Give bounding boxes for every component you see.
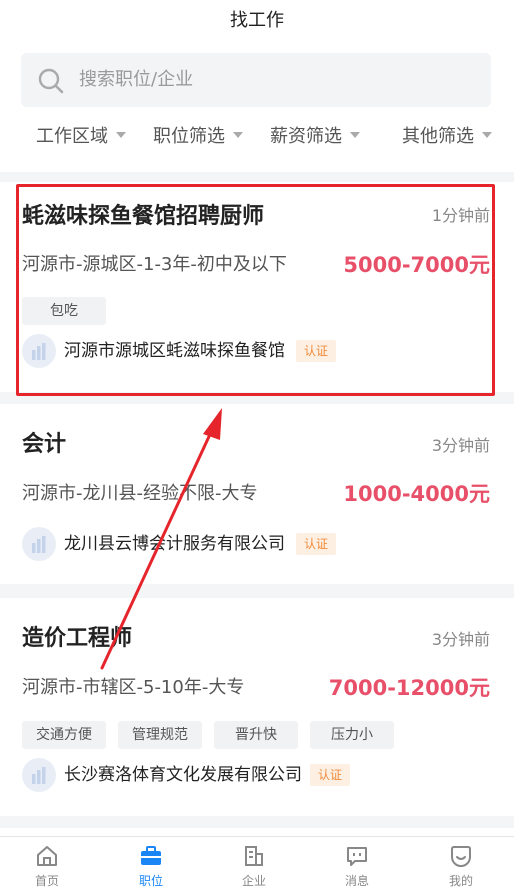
job-card-partial — [0, 828, 514, 836]
job-card[interactable]: 造价工程师 3分钟前 河源市-市辖区-5-10年-大专 7000-12000元 … — [0, 598, 514, 816]
bottom-tab-bar: 首页 职位 企业 消息 我的 — [0, 836, 514, 892]
tab-messages[interactable]: 消息 — [317, 837, 397, 892]
filter-area[interactable]: 工作区域 — [36, 122, 126, 152]
job-title: 造价工程师 — [22, 626, 133, 651]
job-salary: 5000-7000元 — [343, 253, 490, 277]
company-logo — [22, 527, 56, 561]
caret-down-icon — [233, 132, 243, 138]
company-logo — [22, 758, 56, 792]
job-salary: 7000-12000元 — [328, 676, 490, 700]
tab-companies[interactable]: 企业 — [214, 837, 294, 892]
message-icon — [347, 847, 367, 866]
filter-salary[interactable]: 薪资筛选 — [270, 122, 360, 152]
company-name: 长沙赛洛体育文化发展有限公司 — [64, 765, 302, 785]
building-chart-icon — [32, 536, 46, 553]
page-title: 找工作 — [230, 10, 284, 31]
caret-down-icon — [116, 132, 126, 138]
tab-jobs[interactable]: 职位 — [111, 837, 191, 892]
job-tag: 包吃 — [22, 297, 106, 325]
company-logo — [22, 334, 56, 368]
filter-other[interactable]: 其他筛选 — [402, 122, 492, 152]
caret-down-icon — [350, 132, 360, 138]
tab-home[interactable]: 首页 — [7, 837, 87, 892]
filter-bar: 工作区域 职位筛选 薪资筛选 其他筛选 — [0, 122, 514, 154]
job-meta: 河源市-源城区-1-3年-初中及以下 — [22, 254, 287, 275]
building-chart-icon — [32, 767, 46, 784]
job-tag: 晋升快 — [214, 721, 298, 749]
briefcase-icon — [141, 846, 161, 865]
post-time: 1分钟前 — [431, 206, 490, 225]
building-icon — [245, 846, 263, 866]
job-salary: 1000-4000元 — [343, 482, 490, 506]
filter-position[interactable]: 职位筛选 — [153, 122, 243, 152]
job-title: 会计 — [22, 432, 67, 457]
company-name: 河源市源城区蚝滋味探鱼餐馆 — [64, 341, 285, 361]
job-tag: 管理规范 — [118, 721, 202, 749]
job-meta: 河源市-市辖区-5-10年-大专 — [22, 677, 245, 698]
verified-badge: 认证 — [296, 340, 337, 362]
job-card[interactable]: 会计 3分钟前 河源市-龙川县-经验不限-大专 1000-4000元 龙川县云博… — [0, 404, 514, 584]
building-chart-icon — [32, 343, 46, 360]
job-title: 蚝滋味探鱼餐馆招聘厨师 — [22, 204, 265, 229]
search-placeholder: 搜索职位/企业 — [79, 69, 194, 90]
job-card[interactable]: 蚝滋味探鱼餐馆招聘厨师 1分钟前 河源市-源城区-1-3年-初中及以下 5000… — [0, 182, 514, 392]
post-time: 3分钟前 — [431, 436, 490, 455]
post-time: 3分钟前 — [431, 630, 490, 649]
search-icon — [38, 68, 64, 94]
tab-profile[interactable]: 我的 — [421, 837, 501, 892]
job-meta: 河源市-龙川县-经验不限-大专 — [22, 483, 258, 504]
verified-badge: 认证 — [296, 533, 337, 555]
job-tag: 压力小 — [310, 721, 394, 749]
company-name: 龙川县云博会计服务有限公司 — [64, 534, 285, 554]
header: 找工作 搜索职位/企业 工作区域 职位筛选 薪资筛选 其他筛选 — [0, 0, 514, 172]
search-input[interactable]: 搜索职位/企业 — [21, 53, 491, 107]
home-icon — [37, 846, 57, 866]
profile-icon — [451, 846, 471, 867]
verified-badge: 认证 — [310, 764, 351, 786]
caret-down-icon — [482, 132, 492, 138]
job-tag: 交通方便 — [22, 721, 106, 749]
